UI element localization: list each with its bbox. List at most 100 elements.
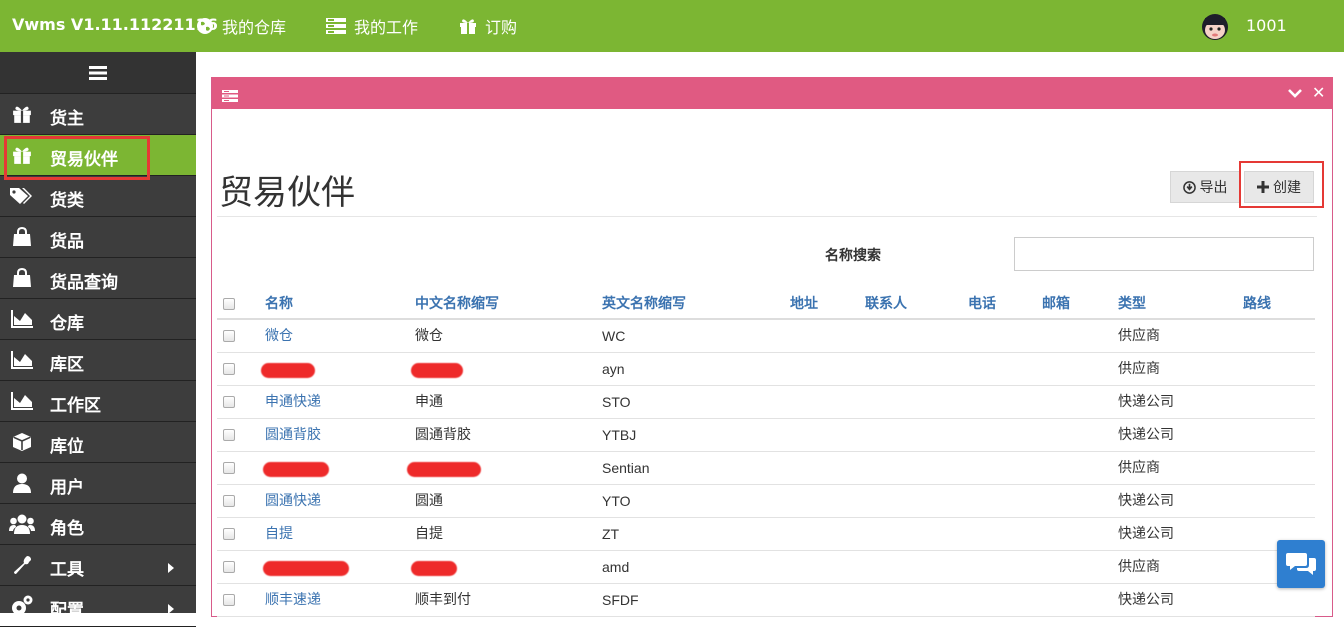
type-cell: 供应商 [1118, 328, 1160, 344]
nav-order[interactable]: 订购 [459, 0, 517, 52]
row-checkbox[interactable] [223, 429, 235, 441]
redaction-mark [263, 561, 349, 576]
sidebar-item-category[interactable]: 货类 [0, 176, 196, 217]
partner-name-link[interactable]: 圆通背胶 [265, 419, 321, 452]
cn-abbr-cell: 圆通背胶 [415, 427, 471, 443]
cn-abbr-cell: 自提 [415, 526, 443, 542]
sidebar-item-goods-query[interactable]: 货品查询 [0, 258, 196, 299]
sidebar: 货主 贸易伙伴 货类 货品 货品查询 仓库 库区 工作区 库位 用户 角色 工具… [0, 52, 196, 627]
table-row[interactable]: 自提 自提 ZT 快递公司 [217, 518, 1315, 551]
partner-name-link[interactable]: 申通快递 [265, 386, 321, 419]
nav-my-warehouse[interactable]: 我的仓库 [196, 0, 286, 52]
wrench-icon [9, 553, 35, 577]
column-header-route[interactable]: 路线 [1243, 288, 1271, 320]
cn-abbr-cell: 圆通 [415, 493, 443, 509]
table-row[interactable]: ayn 供应商 [217, 353, 1315, 386]
row-checkbox[interactable] [223, 462, 235, 474]
en-abbr-cell: YTO [602, 493, 631, 509]
sidebar-item-location[interactable]: 库位 [0, 422, 196, 463]
redaction-mark [263, 462, 329, 477]
sidebar-item-label: 货品查询 [50, 273, 118, 293]
type-cell: 供应商 [1118, 361, 1160, 377]
sidebar-item-trade-partner[interactable]: 贸易伙伴 [0, 135, 196, 180]
partner-name-link[interactable]: 顺丰速递 [265, 584, 321, 617]
user-icon [9, 471, 35, 495]
export-button[interactable]: 导出 [1170, 171, 1240, 203]
row-checkbox[interactable] [223, 330, 235, 342]
shopping-bag-icon [9, 225, 35, 249]
column-header-phone[interactable]: 电话 [968, 288, 996, 320]
partner-name-link[interactable]: 自提 [265, 518, 293, 551]
download-circle-icon [1182, 180, 1196, 194]
en-abbr-cell: STO [602, 394, 631, 410]
menu-toggle-button[interactable] [0, 52, 196, 94]
en-abbr-cell: Sentian [602, 460, 650, 476]
type-cell: 供应商 [1118, 460, 1160, 476]
column-header-address[interactable]: 地址 [790, 288, 818, 320]
table-row[interactable]: 顺丰速递 顺丰到付 SFDF 快递公司 [217, 584, 1315, 617]
top-bar: Vwms V1.11.11221116 我的仓库 我的工作 订购 1001 [0, 0, 1344, 52]
sidebar-item-tools[interactable]: 工具 [0, 545, 196, 586]
divider [217, 216, 1317, 217]
chat-bubbles-icon [1286, 553, 1316, 575]
chat-button[interactable] [1277, 540, 1325, 588]
row-checkbox[interactable] [223, 495, 235, 507]
cube-icon [9, 430, 35, 454]
row-checkbox[interactable] [223, 363, 235, 375]
sidebar-item-workzone[interactable]: 工作区 [0, 381, 196, 422]
cogs-icon [9, 594, 35, 618]
partner-name-link[interactable]: 微仓 [265, 320, 293, 353]
type-cell: 快递公司 [1118, 526, 1174, 542]
close-icon[interactable]: ✕ [1312, 83, 1325, 102]
sidebar-item-goods[interactable]: 货品 [0, 217, 196, 258]
avatar[interactable] [1199, 10, 1231, 42]
gift-icon [9, 102, 35, 126]
username[interactable]: 1001 [1246, 16, 1287, 35]
nav-my-warehouse-label: 我的仓库 [222, 18, 287, 37]
sidebar-item-zone[interactable]: 库区 [0, 340, 196, 381]
export-label: 导出 [1199, 180, 1228, 196]
gift-icon [9, 143, 35, 167]
en-abbr-cell: SFDF [602, 592, 639, 608]
table-header-row: 名称 中文名称缩写 英文名称缩写 地址 联系人 电话 邮箱 类型 路线 [217, 288, 1315, 320]
column-header-email[interactable]: 邮箱 [1042, 288, 1070, 320]
sidebar-item-config[interactable]: 配置 [0, 586, 196, 627]
select-all-checkbox[interactable] [223, 298, 235, 310]
area-chart-icon [9, 307, 35, 331]
table-row[interactable]: 申通快递 申通 STO 快递公司 [217, 386, 1315, 419]
nav-my-work[interactable]: 我的工作 [326, 0, 418, 52]
table-row[interactable]: amd 供应商 [217, 551, 1315, 584]
sidebar-item-label: 货主 [50, 109, 84, 129]
table-row[interactable]: 微仓 微仓 WC 供应商 [217, 320, 1315, 353]
column-header-type[interactable]: 类型 [1118, 288, 1146, 320]
column-header-name[interactable]: 名称 [265, 288, 293, 320]
column-header-en-abbr[interactable]: 英文名称缩写 [602, 288, 686, 320]
partners-table: 名称 中文名称缩写 英文名称缩写 地址 联系人 电话 邮箱 类型 路线 微仓 微… [217, 288, 1315, 617]
en-abbr-cell: YTBJ [602, 427, 637, 443]
row-checkbox[interactable] [223, 396, 235, 408]
table-row[interactable]: Sentian 供应商 [217, 452, 1315, 485]
sidebar-item-role[interactable]: 角色 [0, 504, 196, 545]
shopping-bag-icon [9, 266, 35, 290]
sidebar-item-owner[interactable]: 货主 [0, 94, 196, 135]
app-brand[interactable]: Vwms V1.11.11221116 [12, 15, 218, 34]
table-row[interactable]: 圆通背胶 圆通背胶 YTBJ 快递公司 [217, 419, 1315, 452]
redaction-mark [261, 363, 315, 378]
redaction-mark [411, 363, 463, 378]
sidebar-item-label: 用户 [50, 478, 84, 498]
row-checkbox[interactable] [223, 561, 235, 573]
sidebar-item-label: 贸易伙伴 [50, 150, 118, 170]
table-row[interactable]: 圆通快递 圆通 YTO 快递公司 [217, 485, 1315, 518]
column-header-contact[interactable]: 联系人 [865, 288, 907, 320]
collapse-chevron-icon[interactable] [1288, 85, 1302, 104]
sidebar-item-warehouse[interactable]: 仓库 [0, 299, 196, 340]
partner-name-link[interactable]: 圆通快递 [265, 485, 321, 518]
sidebar-item-user[interactable]: 用户 [0, 463, 196, 504]
create-button[interactable]: 创建 [1244, 171, 1314, 203]
row-checkbox[interactable] [223, 528, 235, 540]
column-header-cn-abbr[interactable]: 中文名称缩写 [415, 288, 499, 320]
search-input[interactable] [1014, 237, 1314, 271]
sidebar-item-label: 库位 [50, 437, 84, 457]
row-checkbox[interactable] [223, 594, 235, 606]
en-abbr-cell: ZT [602, 526, 620, 542]
